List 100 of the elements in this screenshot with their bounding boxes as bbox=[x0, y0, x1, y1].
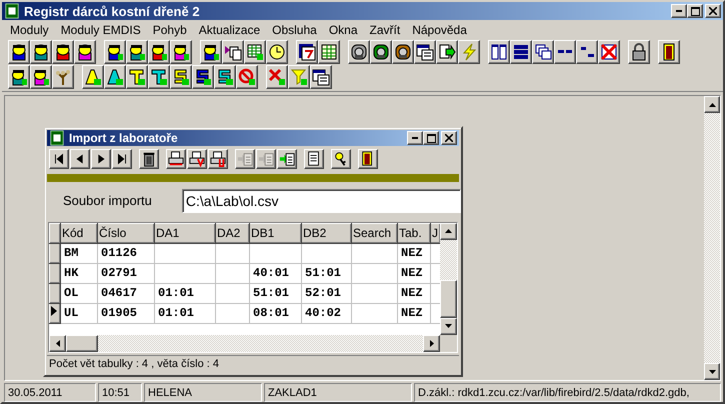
scroll-up-button[interactable] bbox=[440, 222, 457, 240]
column-header[interactable]: Search bbox=[352, 223, 398, 244]
table-cell: 02791 bbox=[98, 263, 154, 284]
scrollbar[interactable] bbox=[440, 222, 457, 335]
toolbar-button[interactable] bbox=[104, 64, 126, 88]
menu-item[interactable]: Moduly bbox=[4, 22, 55, 36]
toolbar-button[interactable] bbox=[436, 40, 458, 64]
window-title: Registr dárců kostní dřeně 2 bbox=[24, 4, 201, 18]
toolbar-button[interactable] bbox=[8, 40, 30, 64]
toolbar-button[interactable] bbox=[200, 40, 222, 64]
toolbar-button[interactable] bbox=[91, 149, 111, 170]
menu-item[interactable]: Obsluha bbox=[266, 22, 323, 36]
column-header[interactable]: Tab. bbox=[398, 223, 430, 244]
toolbar-button[interactable] bbox=[187, 149, 207, 170]
column-header[interactable]: DB2 bbox=[302, 223, 352, 244]
maximize-button[interactable] bbox=[423, 131, 439, 146]
column-header[interactable]: DA1 bbox=[154, 223, 216, 244]
toolbar-button[interactable] bbox=[458, 40, 480, 64]
toolbar-button[interactable] bbox=[576, 40, 598, 64]
column-header[interactable]: Číslo bbox=[98, 223, 154, 244]
minimize-button[interactable] bbox=[407, 131, 423, 146]
plant-icon bbox=[54, 68, 72, 86]
toolbar-button[interactable] bbox=[30, 64, 52, 88]
toolbar-button[interactable] bbox=[392, 40, 414, 64]
toolbar-button[interactable] bbox=[266, 40, 288, 64]
toolbar-button[interactable] bbox=[310, 64, 332, 88]
toolbar-button[interactable] bbox=[532, 40, 554, 64]
person-icon bbox=[128, 42, 146, 60]
toolbar-button[interactable] bbox=[148, 40, 170, 64]
row-indicator[interactable] bbox=[50, 283, 60, 304]
toolbar-button[interactable] bbox=[126, 40, 148, 64]
toolbar-button[interactable] bbox=[266, 64, 288, 88]
toolbar-button[interactable] bbox=[208, 149, 228, 170]
toolbar-button[interactable] bbox=[52, 64, 74, 88]
maximize-button[interactable] bbox=[687, 4, 703, 18]
toolbar-button[interactable] bbox=[148, 64, 170, 88]
toolbar-button[interactable] bbox=[139, 149, 159, 170]
menu-item[interactable]: Pohyb bbox=[146, 22, 193, 36]
minimize-button[interactable] bbox=[671, 4, 687, 18]
toolbar-button[interactable] bbox=[331, 149, 351, 170]
toolbar-button[interactable] bbox=[192, 64, 214, 88]
toolbar-button[interactable] bbox=[166, 149, 186, 170]
input-field[interactable]: C:\a\Lab\ol.csv bbox=[182, 188, 461, 213]
toolbar-button[interactable] bbox=[52, 40, 74, 64]
scroll-down-button[interactable] bbox=[440, 318, 457, 335]
close-button[interactable] bbox=[441, 131, 457, 146]
toolbar-button[interactable] bbox=[318, 40, 340, 64]
toolbar-button[interactable] bbox=[358, 149, 378, 170]
toolbar-button[interactable] bbox=[126, 64, 148, 88]
toolbar-button[interactable] bbox=[30, 40, 52, 64]
table-cell: 51:01 bbox=[302, 263, 352, 284]
scroll-down-button[interactable] bbox=[704, 363, 720, 380]
toolbar-button[interactable] bbox=[554, 40, 576, 64]
column-header[interactable]: DA2 bbox=[216, 223, 250, 244]
column-header[interactable]: Kód bbox=[60, 223, 98, 244]
toolbar-button[interactable] bbox=[170, 64, 192, 88]
menu-item[interactable]: Okna bbox=[322, 22, 364, 36]
toolbar-button[interactable] bbox=[82, 64, 104, 88]
menu-item[interactable]: Aktualizace bbox=[192, 22, 266, 36]
row-indicator[interactable] bbox=[50, 303, 60, 324]
toolbar-button[interactable] bbox=[348, 40, 370, 64]
menu-item[interactable]: Nápověda bbox=[406, 22, 473, 36]
column-header[interactable]: DB1 bbox=[250, 223, 302, 244]
toolbar-button[interactable] bbox=[222, 40, 244, 64]
scroll-up-button[interactable] bbox=[704, 96, 720, 113]
toolbar-button[interactable] bbox=[74, 40, 96, 64]
toolbar-button[interactable] bbox=[236, 64, 258, 88]
close-button[interactable] bbox=[705, 4, 721, 18]
scroll-right-button[interactable] bbox=[423, 334, 440, 352]
toolbar-button[interactable] bbox=[277, 149, 297, 170]
lightning-icon bbox=[460, 42, 478, 60]
toolbar-button[interactable] bbox=[8, 64, 30, 88]
toolbar-button[interactable] bbox=[70, 149, 90, 170]
scroll-thumb[interactable] bbox=[66, 334, 98, 352]
toolbar-button[interactable] bbox=[304, 149, 324, 170]
toolbar-button[interactable] bbox=[112, 149, 132, 170]
scroll-thumb[interactable] bbox=[440, 280, 457, 318]
toolbar-button[interactable] bbox=[510, 40, 532, 64]
scrollbar[interactable] bbox=[704, 96, 720, 380]
toolbar-button[interactable] bbox=[214, 64, 236, 88]
menu-item[interactable]: Zavřít bbox=[364, 22, 406, 36]
toolbar-button[interactable] bbox=[628, 40, 650, 64]
toolbar-button[interactable] bbox=[488, 40, 510, 64]
scrollbar[interactable] bbox=[49, 334, 440, 352]
toolbar-button[interactable] bbox=[658, 40, 680, 64]
scroll-left-button[interactable] bbox=[49, 334, 66, 352]
toolbar-button[interactable] bbox=[288, 64, 310, 88]
toolbar-button[interactable] bbox=[370, 40, 392, 64]
toolbar-button[interactable] bbox=[49, 149, 69, 170]
toolbar-button[interactable] bbox=[598, 40, 620, 64]
tile-icon bbox=[128, 68, 146, 86]
toolbar-button[interactable] bbox=[296, 40, 318, 64]
menu-item[interactable]: Moduly EMDIS bbox=[54, 22, 147, 36]
toolbar-button[interactable] bbox=[244, 40, 266, 64]
toolbar-button[interactable] bbox=[170, 40, 192, 64]
toolbar-button[interactable] bbox=[104, 40, 126, 64]
toolbar-button[interactable] bbox=[414, 40, 436, 64]
row-indicator[interactable] bbox=[50, 263, 60, 284]
row-indicator[interactable] bbox=[50, 243, 60, 264]
minimize-icon bbox=[676, 10, 682, 12]
